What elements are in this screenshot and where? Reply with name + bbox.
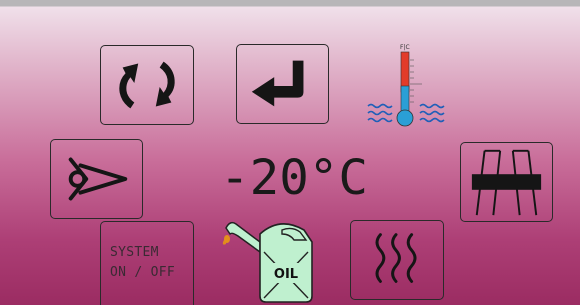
temperature-value: -20°C <box>220 150 368 202</box>
oil-can-icon: OIL <box>222 221 313 303</box>
recirculate-button[interactable] <box>100 45 194 125</box>
system-power-button[interactable]: SYSTEM ON / OFF <box>100 221 194 305</box>
oil-change-button[interactable]: OIL <box>220 216 320 305</box>
enter-button[interactable] <box>236 44 329 124</box>
eye-icon <box>68 157 128 201</box>
highway-icon <box>471 149 542 216</box>
dashboard-screen: F|C -20°C SYSTEM ON / OFF OIL <box>0 0 580 305</box>
temperature-readout: -20°C <box>220 148 370 206</box>
oil-label: OIL <box>274 267 298 282</box>
thermo-scale-label: F|C <box>400 44 410 51</box>
coolant-temperature-icon: F|C <box>364 42 454 130</box>
system-power-label: SYSTEM ON / OFF <box>110 245 176 280</box>
enter-return-icon <box>251 60 304 107</box>
rotate-arrows-icon <box>119 61 175 109</box>
highway-button[interactable] <box>460 142 553 222</box>
heater-button[interactable] <box>350 220 444 300</box>
heat-waves-icon <box>375 233 417 283</box>
eye-button[interactable] <box>50 139 143 219</box>
